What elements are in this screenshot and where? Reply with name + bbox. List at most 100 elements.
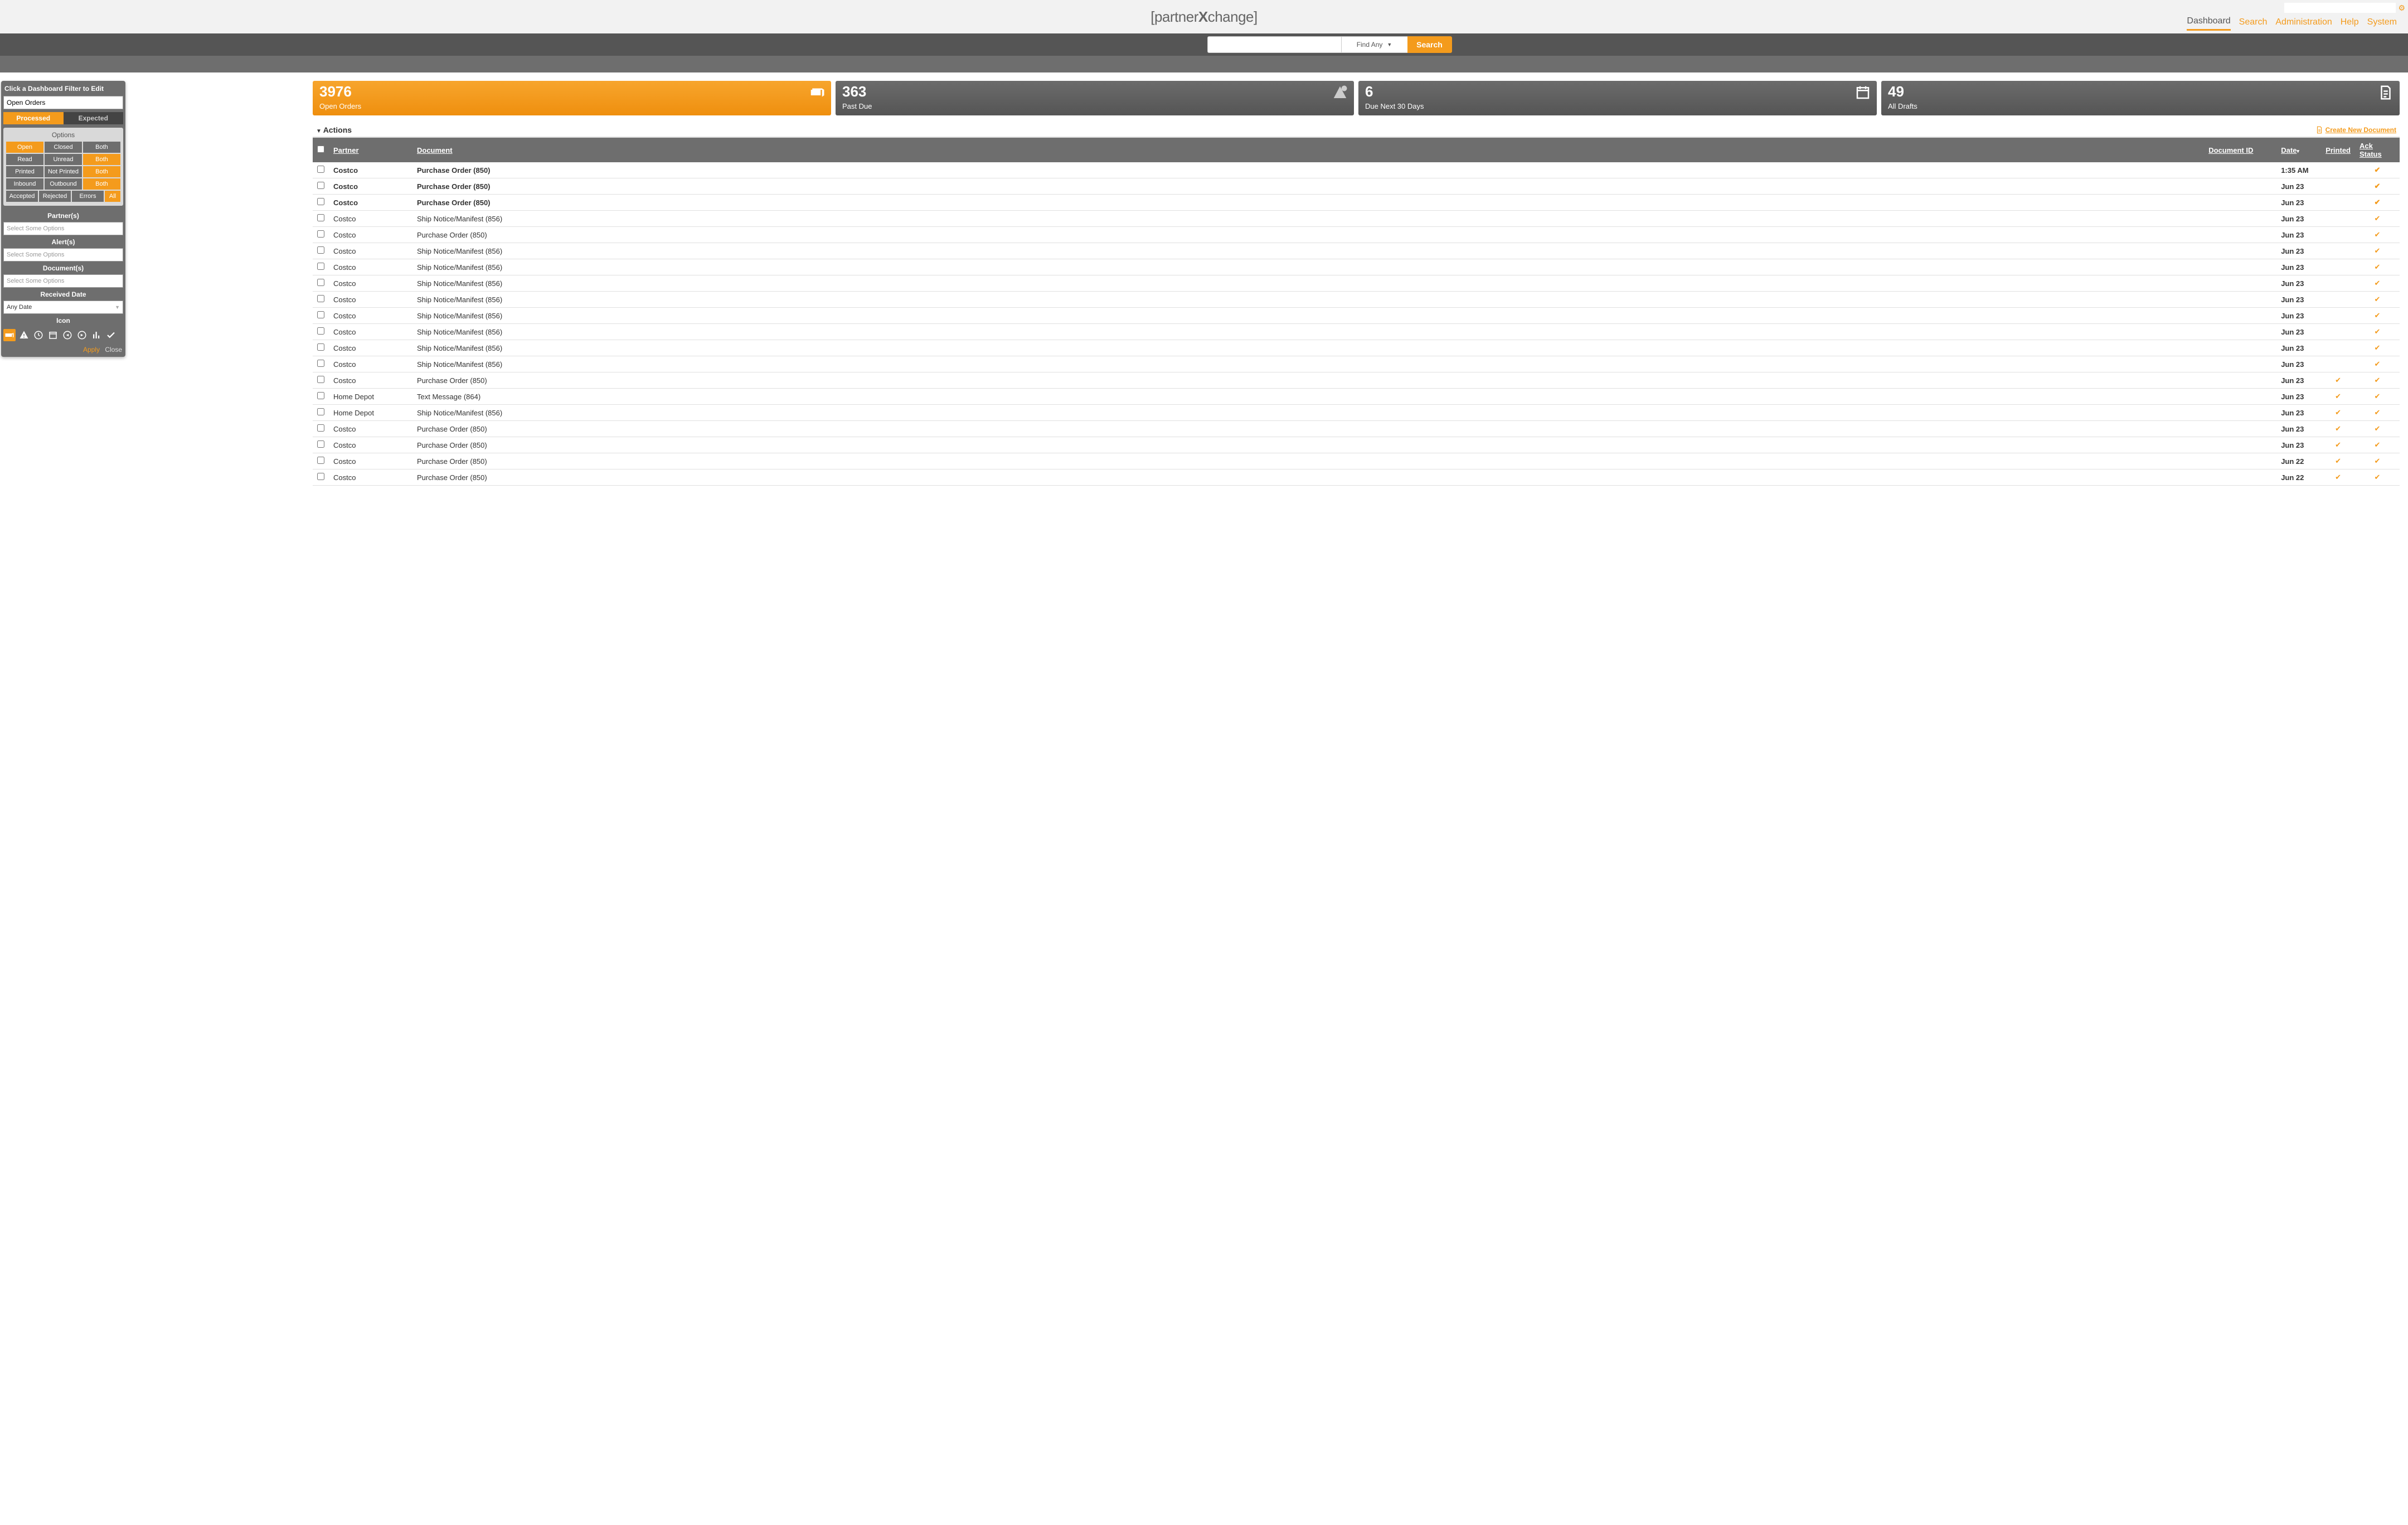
table-row[interactable]: CostcoShip Notice/Manifest (856)Jun 23✔ — [313, 211, 2400, 227]
account-input[interactable] — [2284, 3, 2396, 13]
row-checkbox[interactable] — [317, 214, 324, 221]
table-row[interactable]: CostcoShip Notice/Manifest (856)Jun 23✔ — [313, 356, 2400, 372]
table-row[interactable]: CostcoPurchase Order (850)Jun 23✔ — [313, 178, 2400, 195]
close-link[interactable]: Close — [105, 346, 122, 354]
table-row[interactable]: CostcoPurchase Order (850)Jun 22✔✔ — [313, 469, 2400, 486]
nav-administration[interactable]: Administration — [2275, 17, 2332, 30]
filter-opt-inbound[interactable]: Inbound — [6, 178, 43, 190]
row-checkbox[interactable] — [317, 457, 324, 464]
nav-system[interactable]: System — [2367, 17, 2397, 30]
table-row[interactable]: CostcoPurchase Order (850)Jun 23✔✔ — [313, 421, 2400, 437]
table-row[interactable]: CostcoShip Notice/Manifest (856)Jun 23✔ — [313, 340, 2400, 356]
table-row[interactable]: CostcoShip Notice/Manifest (856)Jun 23✔ — [313, 324, 2400, 340]
header-partner[interactable]: Partner — [329, 138, 412, 162]
table-row[interactable]: CostcoPurchase Order (850)Jun 23✔✔ — [313, 372, 2400, 389]
tile-open-orders[interactable]: 3976Open Orders — [313, 81, 831, 115]
table-row[interactable]: CostcoShip Notice/Manifest (856)Jun 23✔ — [313, 243, 2400, 259]
cell-printed: ✔ — [2321, 405, 2355, 421]
inbound-icon[interactable] — [61, 329, 74, 341]
table-row[interactable]: CostcoPurchase Order (850)Jun 23✔ — [313, 227, 2400, 243]
cell-doc-id — [2204, 469, 2276, 486]
chart-icon[interactable] — [90, 329, 103, 341]
row-checkbox[interactable] — [317, 279, 324, 286]
row-checkbox[interactable] — [317, 327, 324, 335]
row-checkbox[interactable] — [317, 311, 324, 318]
filter-opt-read[interactable]: Read — [6, 154, 43, 165]
filter-opt-outbound[interactable]: Outbound — [45, 178, 82, 190]
filter-opt-both[interactable]: Both — [83, 154, 120, 165]
filter-opt-accepted[interactable]: Accepted — [6, 191, 38, 202]
table-row[interactable]: CostcoShip Notice/Manifest (856)Jun 23✔ — [313, 275, 2400, 292]
header-date[interactable]: Date — [2276, 138, 2321, 162]
filter-opt-errors[interactable]: Errors — [72, 191, 104, 202]
row-checkbox[interactable] — [317, 246, 324, 254]
search-input[interactable] — [1207, 36, 1341, 53]
row-checkbox[interactable] — [317, 473, 324, 480]
table-row[interactable]: CostcoShip Notice/Manifest (856)Jun 23✔ — [313, 308, 2400, 324]
filter-name-input[interactable] — [3, 96, 123, 109]
outbound-icon[interactable] — [76, 329, 88, 341]
row-checkbox[interactable] — [317, 408, 324, 415]
create-document-link[interactable]: Create New Document — [2315, 126, 2396, 134]
row-checkbox[interactable] — [317, 263, 324, 270]
table-row[interactable]: CostcoShip Notice/Manifest (856)Jun 23✔ — [313, 259, 2400, 275]
header-doc-id[interactable]: Document ID — [2204, 138, 2276, 162]
alerts-select[interactable]: Select Some Options — [3, 248, 123, 262]
documents-select[interactable]: Select Some Options — [3, 274, 123, 288]
row-checkbox[interactable] — [317, 424, 324, 432]
checkbox-header[interactable] — [313, 138, 329, 162]
filter-opt-not-printed[interactable]: Not Printed — [45, 166, 82, 177]
table-row[interactable]: CostcoPurchase Order (850)Jun 23✔ — [313, 195, 2400, 211]
tile-past-due[interactable]: 363Past Due — [836, 81, 1354, 115]
row-checkbox[interactable] — [317, 198, 324, 205]
table-row[interactable]: CostcoPurchase Order (850)Jun 23✔✔ — [313, 437, 2400, 453]
search-mode-select[interactable]: Find Any ▼ — [1341, 36, 1408, 53]
row-checkbox[interactable] — [317, 440, 324, 448]
header-printed[interactable]: Printed — [2321, 138, 2355, 162]
apply-link[interactable]: Apply — [83, 346, 100, 354]
row-checkbox[interactable] — [317, 166, 324, 173]
calendar-icon[interactable] — [47, 329, 59, 341]
row-checkbox[interactable] — [317, 392, 324, 399]
nav-dashboard[interactable]: Dashboard — [2187, 16, 2230, 31]
row-checkbox[interactable] — [317, 295, 324, 302]
filter-opt-both[interactable]: Both — [83, 178, 120, 190]
cell-printed: ✔ — [2321, 421, 2355, 437]
partners-select[interactable]: Select Some Options — [3, 222, 123, 235]
tab-expected[interactable]: Expected — [64, 112, 124, 124]
cash-icon[interactable] — [3, 329, 16, 341]
header-document[interactable]: Document — [412, 138, 2204, 162]
row-checkbox[interactable] — [317, 182, 324, 189]
filter-opt-rejected[interactable]: Rejected — [39, 191, 71, 202]
filter-opt-both[interactable]: Both — [83, 142, 120, 153]
clock-icon[interactable] — [32, 329, 45, 341]
received-select[interactable]: Any Date ▼ — [3, 301, 123, 314]
row-checkbox[interactable] — [317, 360, 324, 367]
tile-all-drafts[interactable]: 49All Drafts — [1881, 81, 2400, 115]
row-checkbox[interactable] — [317, 230, 324, 238]
tile-due-next-30-days[interactable]: 6Due Next 30 Days — [1358, 81, 1877, 115]
filter-opt-printed[interactable]: Printed — [6, 166, 43, 177]
row-checkbox[interactable] — [317, 376, 324, 383]
header-ack[interactable]: Ack Status — [2355, 138, 2400, 162]
pastdue-icon[interactable] — [18, 329, 30, 341]
table-row[interactable]: CostcoPurchase Order (850)Jun 22✔✔ — [313, 453, 2400, 469]
filter-opt-open[interactable]: Open — [6, 142, 43, 153]
search-button[interactable]: Search — [1407, 36, 1452, 53]
table-row[interactable]: CostcoShip Notice/Manifest (856)Jun 23✔ — [313, 292, 2400, 308]
check-icon[interactable] — [105, 329, 117, 341]
filter-opt-both[interactable]: Both — [83, 166, 120, 177]
actions-toggle[interactable]: Actions — [316, 125, 352, 134]
nav-help[interactable]: Help — [2341, 17, 2359, 30]
nav-search[interactable]: Search — [2239, 17, 2268, 30]
filter-opt-unread[interactable]: Unread — [45, 154, 82, 165]
table-row[interactable]: Home DepotText Message (864)Jun 23✔✔ — [313, 389, 2400, 405]
gear-icon[interactable]: ⚙ — [2398, 3, 2405, 13]
row-checkbox[interactable] — [317, 343, 324, 351]
table-row[interactable]: Home DepotShip Notice/Manifest (856)Jun … — [313, 405, 2400, 421]
filter-opt-closed[interactable]: Closed — [45, 142, 82, 153]
filter-opt-all[interactable]: All — [105, 191, 120, 202]
tab-processed[interactable]: Processed — [3, 112, 64, 124]
table-row[interactable]: CostcoPurchase Order (850)1:35 AM✔ — [313, 162, 2400, 178]
check-icon: ✔ — [2335, 473, 2341, 481]
